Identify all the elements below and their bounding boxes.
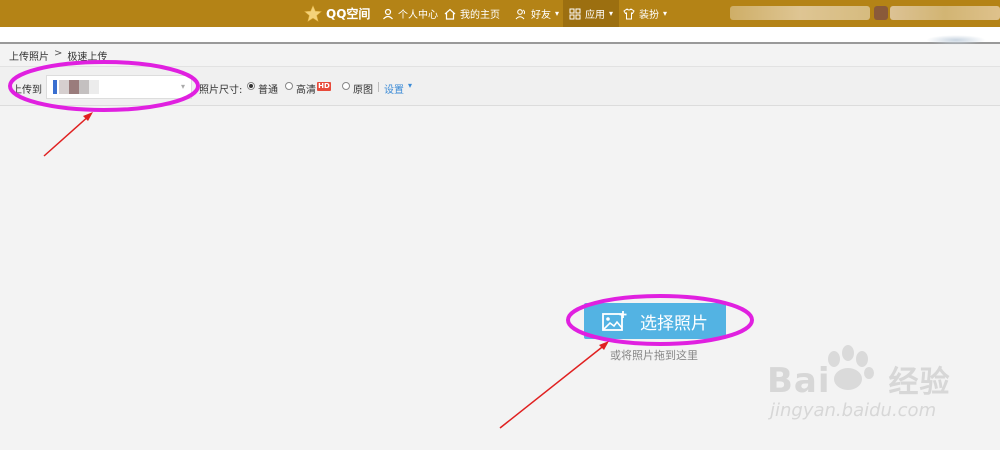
cloud-decoration xyxy=(926,35,986,45)
nav-friends[interactable]: 好友 ▾ xyxy=(515,0,559,27)
upload-to-label: 上传到 xyxy=(12,85,42,96)
logo-text: QQ空间 xyxy=(326,7,371,21)
settings-label: 设置 xyxy=(384,85,404,96)
person-icon xyxy=(383,8,393,19)
size-hd-label[interactable]: 高清 xyxy=(296,81,316,96)
hd-badge: HD xyxy=(317,82,331,91)
nav-apps[interactable]: 应用 ▾ xyxy=(563,0,620,27)
star-logo-icon xyxy=(304,4,322,22)
blurred-avatar[interactable] xyxy=(874,6,888,20)
header-strip xyxy=(0,27,1000,45)
select-photos-button[interactable]: 选择照片 xyxy=(584,303,726,339)
size-original-label[interactable]: 原图 xyxy=(353,81,373,96)
size-original-radio[interactable] xyxy=(342,82,350,90)
blurred-album-name xyxy=(89,80,99,94)
watermark-brand-text: Bai xyxy=(767,361,831,401)
nav-label: 我的主页 xyxy=(460,10,500,21)
blurred-album-name xyxy=(79,80,89,94)
size-hd-radio[interactable] xyxy=(285,82,293,90)
size-normal-radio[interactable] xyxy=(247,82,255,90)
nav-personal-center[interactable]: 个人中心 xyxy=(382,0,438,27)
chevron-down-icon: ▾ xyxy=(663,9,668,18)
settings-menu[interactable]: 设置 ▾ xyxy=(384,81,412,96)
blurred-user-info xyxy=(890,6,1000,20)
watermark-url: jingyan.baidu.com xyxy=(770,400,937,421)
nav-label: 好友 xyxy=(531,10,551,21)
breadcrumb-separator: > xyxy=(54,48,63,59)
photo-size-label: 照片尺寸: xyxy=(199,85,243,96)
select-photos-label: 选择照片 xyxy=(640,313,708,334)
arrow-line-button xyxy=(499,343,607,429)
chevron-down-icon: ▾ xyxy=(180,82,185,91)
blurred-album-name xyxy=(59,80,69,94)
chevron-down-icon: ▾ xyxy=(555,9,560,18)
qzone-logo[interactable]: QQ空间 xyxy=(304,3,370,24)
arrow-line-album xyxy=(43,114,91,157)
watermark-brand-tail: 经验 xyxy=(888,365,951,400)
breadcrumb-current: 极速上传 xyxy=(67,52,108,63)
chevron-down-icon: ▾ xyxy=(609,9,614,18)
divider xyxy=(378,82,379,92)
size-normal-label[interactable]: 普通 xyxy=(258,81,278,96)
nav-label: 个人中心 xyxy=(398,10,438,21)
chevron-down-icon: ▾ xyxy=(408,81,413,90)
nav-label: 装扮 xyxy=(639,10,659,21)
nav-label: 应用 xyxy=(585,10,605,21)
drop-hint: 或将照片拖到这里 xyxy=(610,349,698,362)
friends-icon xyxy=(515,8,526,19)
arrow-head-button xyxy=(599,341,609,350)
breadcrumb-parent[interactable]: 上传照片 xyxy=(9,48,49,63)
blurred-album-icon xyxy=(53,80,57,94)
blurred-album-name xyxy=(69,80,79,94)
home-icon xyxy=(444,8,456,20)
arrow-head-album xyxy=(83,112,93,121)
nav-my-homepage[interactable]: 我的主页 xyxy=(444,0,500,27)
watermark-brand: Bai 经验 xyxy=(767,357,951,401)
top-nav-bar: QQ空间 个人中心 我的主页 好友 ▾ 应用 ▾ 装扮 ▾ xyxy=(0,0,1000,27)
blurred-username xyxy=(730,6,870,20)
apps-grid-icon xyxy=(569,8,581,19)
breadcrumb: 上传照片 > 极速上传 xyxy=(9,48,107,63)
add-image-icon xyxy=(602,311,627,331)
upload-toolbar: 上传到 ▾ 照片尺寸: 普通 高清 HD 原图 设置 ▾ xyxy=(0,66,1000,106)
album-select[interactable]: ▾ xyxy=(46,75,192,99)
shirt-icon xyxy=(623,7,635,19)
nav-decorate[interactable]: 装扮 ▾ xyxy=(623,0,667,27)
